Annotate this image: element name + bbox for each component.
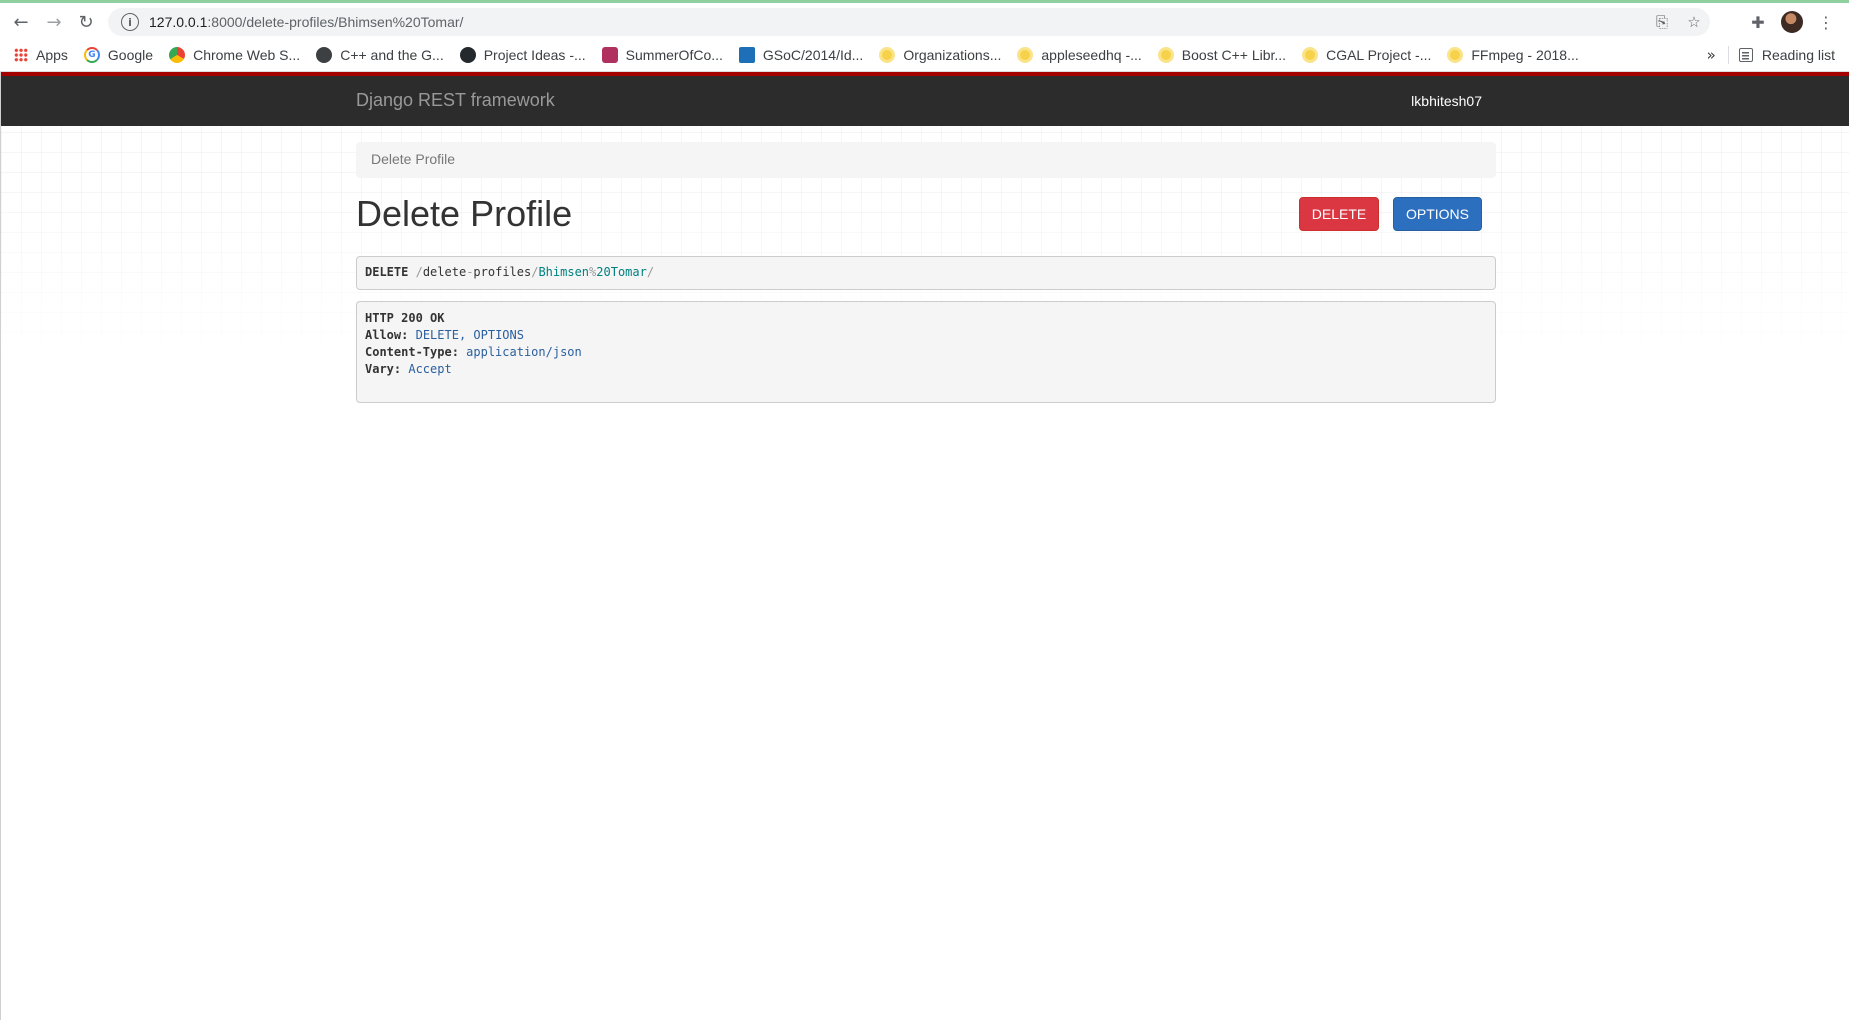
browser-toolbar: ← → ↻ i 127.0.0.1:8000/delete-profiles/B… (0, 0, 1849, 38)
url-text[interactable]: 127.0.0.1:8000/delete-profiles/Bhimsen%2… (149, 14, 463, 30)
bookmark-boost[interactable]: Boost C++ Libr... (1150, 41, 1294, 69)
forward-arrow-icon[interactable]: → (41, 9, 67, 35)
google-icon: G (83, 46, 100, 63)
bookmark-gsoc-2014[interactable]: GSoC/2014/Id... (731, 41, 871, 69)
browser-menu-icon[interactable]: ⋮ (1813, 8, 1839, 36)
site-info-icon[interactable]: i (121, 13, 139, 31)
response-header-row: Allow: DELETE, OPTIONS (365, 328, 524, 342)
gsoc-sun-icon (879, 46, 896, 63)
profile-avatar[interactable] (1779, 8, 1805, 36)
reload-icon[interactable]: ↻ (73, 9, 99, 35)
summer-of-code-icon (601, 46, 618, 63)
page-title: Delete Profile (356, 193, 573, 234)
response-info: HTTP 200 OK Allow: DELETE, OPTIONS Conte… (356, 301, 1496, 403)
options-button[interactable]: OPTIONS (1393, 197, 1482, 231)
bookmark-organizations[interactable]: Organizations... (871, 41, 1009, 69)
bookmarks-divider (1727, 45, 1729, 64)
more-bookmarks-chevron-icon[interactable]: » (1699, 46, 1724, 64)
request-path-segment: Bhimsen (538, 265, 590, 279)
bookmark-chrome-web-store[interactable]: Chrome Web S... (161, 41, 308, 69)
page-content: Django REST framework lkbhitesh07 Delete… (0, 72, 1849, 1020)
cpp-site-icon (316, 46, 333, 63)
bookmark-google[interactable]: G Google (76, 41, 161, 69)
delete-button[interactable]: DELETE (1299, 197, 1379, 231)
gsoc-sun-icon (1447, 46, 1464, 63)
gsoc-sun-icon (1017, 46, 1034, 63)
github-icon (459, 46, 476, 63)
chrome-web-store-icon (169, 46, 186, 63)
apps-grid-icon (14, 47, 28, 62)
request-path-segment: 20Tomar (596, 265, 647, 279)
response-status: HTTP 200 OK (365, 311, 445, 325)
bookmark-apps[interactable]: Apps (0, 41, 76, 69)
request-path-segment: profiles (473, 265, 532, 279)
request-info: DELETE /delete-profiles/Bhimsen%20Tomar/ (356, 256, 1496, 290)
top-navbar: Django REST framework lkbhitesh07 (1, 72, 1849, 126)
request-path-segment: delete (422, 265, 467, 279)
reading-list-icon (1738, 47, 1753, 62)
response-header-row: Vary: Accept (365, 362, 452, 376)
breadcrumb: Delete Profile (356, 142, 1496, 178)
extensions-puzzle-icon[interactable]: ✚ (1745, 8, 1771, 36)
bookmark-appleseedhq[interactable]: appleseedhq -... (1009, 41, 1149, 69)
request-method: DELETE (365, 265, 409, 279)
reading-list-button[interactable]: Reading list (1733, 47, 1849, 63)
breadcrumb-item-active: Delete Profile (371, 151, 456, 167)
user-menu[interactable]: lkbhitesh07 (1411, 93, 1482, 109)
bookmark-project-ideas[interactable]: Project Ideas -... (452, 41, 594, 69)
response-header-row: Content-Type: application/json (365, 345, 582, 359)
kde-icon (738, 46, 755, 63)
translate-icon[interactable]: ⎘ (1646, 8, 1678, 36)
gsoc-sun-icon (1302, 46, 1319, 63)
brand-link[interactable]: Django REST framework (356, 90, 555, 111)
gsoc-sun-icon (1157, 46, 1174, 63)
bookmark-star-icon[interactable]: ☆ (1678, 8, 1710, 36)
bookmarks-bar: Apps G Google Chrome Web S... C++ and the… (0, 38, 1849, 72)
address-bar[interactable]: i 127.0.0.1:8000/delete-profiles/Bhimsen… (108, 8, 1710, 36)
bookmark-cpp[interactable]: C++ and the G... (308, 41, 452, 69)
bookmark-summer-of-code[interactable]: SummerOfCo... (594, 41, 731, 69)
back-arrow-icon[interactable]: ← (8, 9, 34, 35)
bookmark-ffmpeg[interactable]: FFmpeg - 2018... (1439, 41, 1586, 69)
bookmark-cgal[interactable]: CGAL Project -... (1294, 41, 1439, 69)
